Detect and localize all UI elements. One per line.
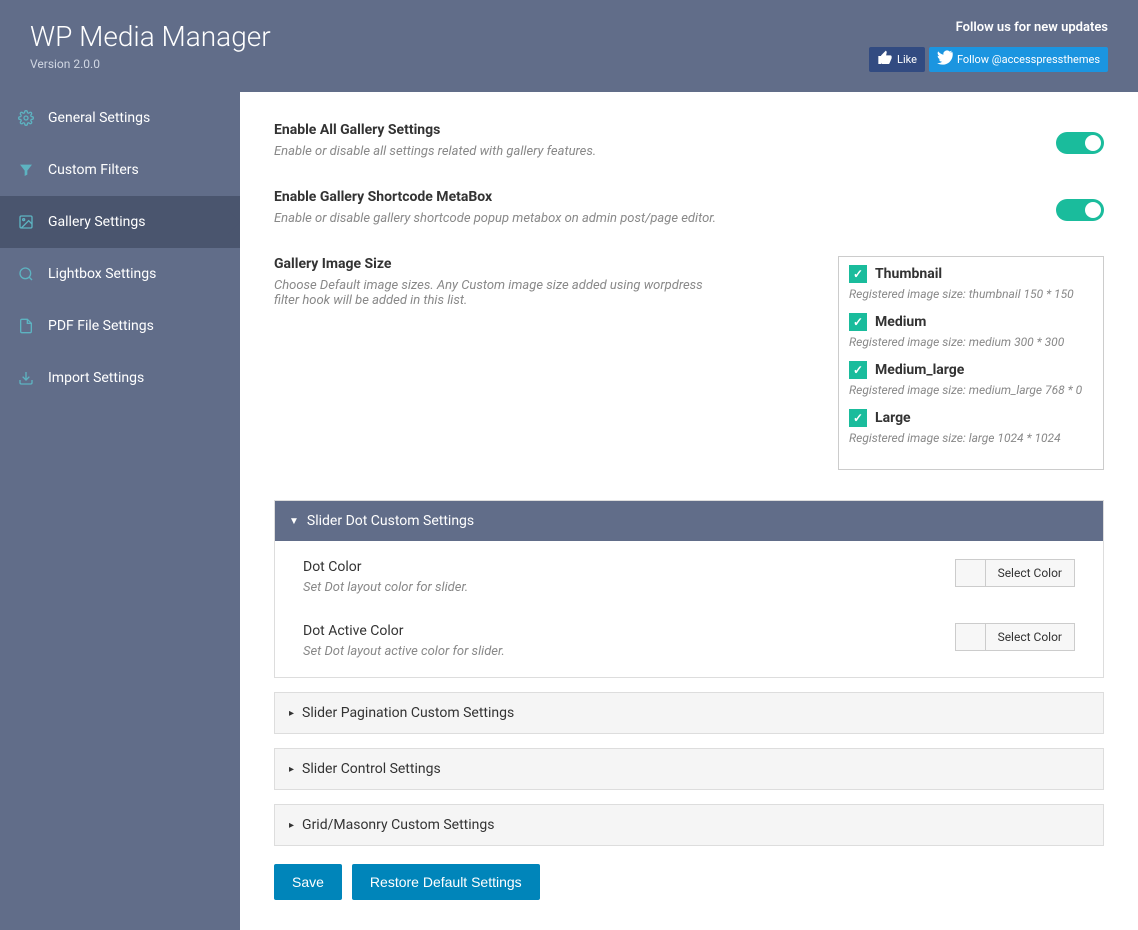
grid-masonry-panel: ▸ Grid/Masonry Custom Settings: [274, 804, 1104, 846]
twitter-follow-button[interactable]: Follow @accesspressthemes: [929, 47, 1108, 72]
sidebar: General Settings Custom Filters Gallery …: [0, 92, 240, 930]
version: Version 2.0.0: [30, 57, 271, 71]
sidebar-item-lightbox[interactable]: Lightbox Settings: [0, 248, 240, 300]
size-label: Medium: [875, 314, 926, 330]
size-item-thumbnail: ✓ Thumbnail Registered image size: thumbn…: [849, 265, 1093, 301]
size-item-large: ✓ Large Registered image size: large 1024…: [849, 409, 1093, 445]
size-label: Large: [875, 410, 911, 426]
action-buttons: Save Restore Default Settings: [274, 864, 1104, 900]
panel-title: Slider Control Settings: [302, 761, 441, 777]
size-desc: Registered image size: medium_large 768 …: [849, 383, 1093, 397]
size-label: Thumbnail: [875, 266, 942, 282]
image-size-desc: Choose Default image sizes. Any Custom i…: [274, 278, 724, 308]
color-swatch: [956, 560, 986, 586]
grid-masonry-panel-header[interactable]: ▸ Grid/Masonry Custom Settings: [275, 805, 1103, 845]
enable-all-desc: Enable or disable all settings related w…: [274, 144, 596, 159]
import-icon: [18, 370, 34, 386]
enable-metabox-toggle[interactable]: [1056, 199, 1104, 221]
enable-all-toggle[interactable]: [1056, 132, 1104, 154]
restore-button[interactable]: Restore Default Settings: [352, 864, 540, 900]
dot-color-desc: Set Dot layout color for slider.: [303, 580, 468, 595]
medium-large-checkbox[interactable]: ✓: [849, 361, 867, 379]
size-label: Medium_large: [875, 362, 964, 378]
image-size-row: Gallery Image Size Choose Default image …: [274, 256, 1104, 470]
caret-down-icon: ▼: [289, 516, 299, 527]
image-sizes-list[interactable]: ✓ Thumbnail Registered image size: thumbn…: [838, 256, 1104, 470]
panel-title: Grid/Masonry Custom Settings: [302, 817, 494, 833]
size-desc: Registered image size: large 1024 * 1024: [849, 431, 1093, 445]
sidebar-item-filters[interactable]: Custom Filters: [0, 144, 240, 196]
color-swatch: [956, 624, 986, 650]
select-color-button[interactable]: Select Color: [986, 624, 1074, 650]
main-content: Enable All Gallery Settings Enable or di…: [240, 92, 1138, 930]
sidebar-item-label: Import Settings: [48, 370, 144, 386]
follow-text: Follow us for new updates: [869, 20, 1108, 35]
caret-right-icon: ▸: [289, 764, 294, 775]
header-right: Follow us for new updates Like Follow @a…: [869, 20, 1108, 72]
select-color-button[interactable]: Select Color: [986, 560, 1074, 586]
dot-color-row: Dot Color Set Dot layout color for slide…: [303, 559, 1075, 595]
fb-like-label: Like: [897, 53, 917, 66]
medium-checkbox[interactable]: ✓: [849, 313, 867, 331]
enable-all-title: Enable All Gallery Settings: [274, 122, 596, 138]
enable-metabox-row: Enable Gallery Shortcode MetaBox Enable …: [274, 189, 1104, 226]
dot-active-color-row: Dot Active Color Set Dot layout active c…: [303, 623, 1075, 659]
sidebar-item-gallery[interactable]: Gallery Settings: [0, 196, 240, 248]
size-desc: Registered image size: thumbnail 150 * 1…: [849, 287, 1093, 301]
sidebar-item-general[interactable]: General Settings: [0, 92, 240, 144]
slider-pagination-panel-header[interactable]: ▸ Slider Pagination Custom Settings: [275, 693, 1103, 733]
enable-meta-title: Enable Gallery Shortcode MetaBox: [274, 189, 716, 205]
sidebar-item-label: PDF File Settings: [48, 318, 154, 334]
slider-control-panel: ▸ Slider Control Settings: [274, 748, 1104, 790]
dot-active-color-picker[interactable]: Select Color: [955, 623, 1075, 651]
sidebar-item-pdf[interactable]: PDF File Settings: [0, 300, 240, 352]
sidebar-item-label: Gallery Settings: [48, 214, 145, 230]
thumbs-up-icon: [877, 50, 893, 69]
size-desc: Registered image size: medium 300 * 300: [849, 335, 1093, 349]
panel-title: Slider Pagination Custom Settings: [302, 705, 514, 721]
search-icon: [18, 266, 34, 282]
thumbnail-checkbox[interactable]: ✓: [849, 265, 867, 283]
enable-meta-desc: Enable or disable gallery shortcode popu…: [274, 211, 716, 226]
caret-right-icon: ▸: [289, 820, 294, 831]
sidebar-item-label: General Settings: [48, 110, 150, 126]
sidebar-item-label: Custom Filters: [48, 162, 139, 178]
large-checkbox[interactable]: ✓: [849, 409, 867, 427]
slider-dot-panel: ▼ Slider Dot Custom Settings Dot Color S…: [274, 500, 1104, 678]
panel-title: Slider Dot Custom Settings: [307, 513, 474, 529]
gear-icon: [18, 110, 34, 126]
slider-control-panel-header[interactable]: ▸ Slider Control Settings: [275, 749, 1103, 789]
header-left: WP Media Manager Version 2.0.0: [30, 20, 271, 71]
sidebar-item-label: Lightbox Settings: [48, 266, 156, 282]
sidebar-item-import[interactable]: Import Settings: [0, 352, 240, 404]
enable-all-row: Enable All Gallery Settings Enable or di…: [274, 122, 1104, 159]
dot-active-color-title: Dot Active Color: [303, 623, 505, 639]
header: WP Media Manager Version 2.0.0 Follow us…: [0, 0, 1138, 92]
dot-color-title: Dot Color: [303, 559, 468, 575]
size-item-medium-large: ✓ Medium_large Registered image size: med…: [849, 361, 1093, 397]
app-title: WP Media Manager: [30, 20, 271, 53]
pdf-icon: [18, 318, 34, 334]
save-button[interactable]: Save: [274, 864, 342, 900]
slider-pagination-panel: ▸ Slider Pagination Custom Settings: [274, 692, 1104, 734]
slider-dot-panel-header[interactable]: ▼ Slider Dot Custom Settings: [275, 501, 1103, 541]
image-size-title: Gallery Image Size: [274, 256, 724, 272]
image-icon: [18, 214, 34, 230]
size-item-medium: ✓ Medium Registered image size: medium 30…: [849, 313, 1093, 349]
filter-icon: [18, 162, 34, 178]
dot-active-color-desc: Set Dot layout active color for slider.: [303, 644, 505, 659]
facebook-like-button[interactable]: Like: [869, 47, 925, 72]
tw-follow-label: Follow @accesspressthemes: [957, 53, 1100, 66]
twitter-icon: [937, 50, 953, 69]
dot-color-picker[interactable]: Select Color: [955, 559, 1075, 587]
caret-right-icon: ▸: [289, 708, 294, 719]
social-buttons: Like Follow @accesspressthemes: [869, 47, 1108, 72]
